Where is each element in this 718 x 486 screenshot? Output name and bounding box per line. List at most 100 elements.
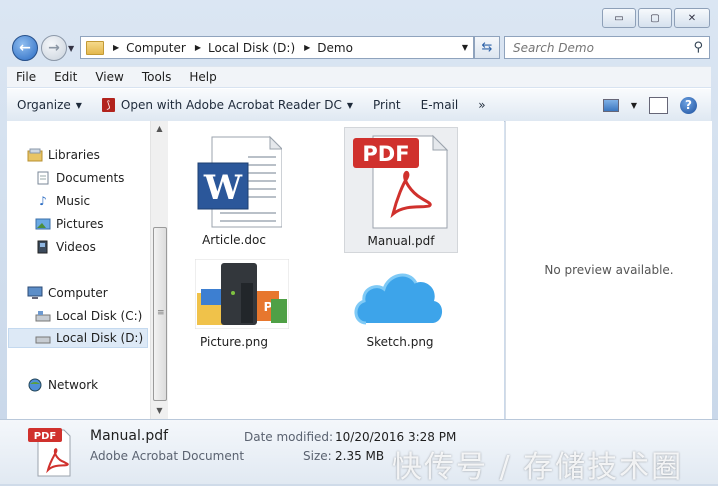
chevron-down-icon: ▼ xyxy=(346,100,353,110)
size-value: 2.35 MB xyxy=(335,449,385,463)
help-icon[interactable]: ? xyxy=(680,96,697,114)
file-item-article[interactable]: W Article.doc xyxy=(178,127,290,251)
cloud-thumbnail xyxy=(350,261,446,329)
scroll-down-icon[interactable]: ▼ xyxy=(151,403,168,419)
nav-local-disk-c[interactable]: Local Disk (C:) xyxy=(35,306,142,326)
network-icon xyxy=(27,378,43,392)
file-item-picture[interactable]: P Picture.png xyxy=(178,255,290,359)
picture-thumbnail: P xyxy=(195,259,289,329)
scrollbar-thumb[interactable]: ≡ xyxy=(153,227,167,401)
svg-text:PDF: PDF xyxy=(34,431,56,442)
forward-button[interactable]: → xyxy=(41,35,67,61)
file-name-label: Article.doc xyxy=(202,233,266,247)
pdf-document-icon: PDF xyxy=(353,134,449,229)
address-bar[interactable]: ▶ Computer ▶ Local Disk (D:) ▶ Demo ▼ xyxy=(80,36,474,59)
maximize-icon: ▢ xyxy=(650,12,660,24)
change-view-icon[interactable] xyxy=(602,98,619,112)
file-name-label: Picture.png xyxy=(200,335,268,349)
grip-icon: ≡ xyxy=(157,308,165,318)
nav-documents[interactable]: Documents xyxy=(35,168,124,188)
organize-button[interactable]: Organize ▼ xyxy=(7,98,92,112)
svg-text:W: W xyxy=(203,168,243,208)
breadcrumb: ▶ Computer ▶ Local Disk (D:) ▶ Demo xyxy=(104,41,353,55)
nav-music[interactable]: ♪ Music xyxy=(35,191,90,211)
drive-icon xyxy=(35,331,51,345)
preview-pane: No preview available. xyxy=(505,121,712,419)
date-modified-label: Date modified: xyxy=(244,430,334,444)
size-label: Size: xyxy=(303,449,332,463)
file-name-label: Manual.pdf xyxy=(367,234,435,248)
menu-file[interactable]: File xyxy=(7,70,45,84)
details-pane: PDF Manual.pdf Adobe Acrobat Document Da… xyxy=(0,419,718,485)
nav-documents-label: Documents xyxy=(56,171,125,185)
maximize-button[interactable]: ▢ xyxy=(638,8,672,28)
chevron-right-icon[interactable]: ▶ xyxy=(304,43,310,52)
refresh-icon: ⇆ xyxy=(481,40,493,55)
caption-buttons: ▭ ▢ ✕ xyxy=(602,8,710,28)
pdf-file-icon: PDF xyxy=(28,428,71,477)
back-button[interactable]: ← xyxy=(12,35,38,61)
scroll-up-icon[interactable]: ▲ xyxy=(151,121,168,137)
print-button[interactable]: Print xyxy=(363,98,411,112)
file-list: W Article.doc PDF Manual.pdf P Picture.p… xyxy=(168,121,504,419)
nav-local-disk-d[interactable]: Local Disk (D:) xyxy=(8,328,148,348)
nav-libraries-label: Libraries xyxy=(48,148,100,162)
arrow-left-icon: ← xyxy=(19,40,31,56)
email-button[interactable]: E-mail xyxy=(411,98,469,112)
chevron-right-icon[interactable]: ▶ xyxy=(195,43,201,52)
preview-pane-icon[interactable] xyxy=(649,96,668,114)
file-name-label: Sketch.png xyxy=(366,335,434,349)
nav-pictures-label: Pictures xyxy=(56,217,104,231)
menu-bar: File Edit View Tools Help xyxy=(7,66,711,87)
search-icon[interactable]: ⚲ xyxy=(693,40,703,55)
nav-local-disk-c-label: Local Disk (C:) xyxy=(56,309,143,323)
computer-icon xyxy=(27,286,43,300)
breadcrumb-computer[interactable]: Computer xyxy=(126,41,186,55)
breadcrumb-local-disk-d[interactable]: Local Disk (D:) xyxy=(208,41,295,55)
nav-computer-label: Computer xyxy=(48,286,108,300)
preview-message: No preview available. xyxy=(544,263,674,277)
view-options-dropdown-icon[interactable]: ▼ xyxy=(631,101,637,110)
minimize-icon: ▭ xyxy=(614,12,624,24)
refresh-button[interactable]: ⇆ xyxy=(474,36,500,59)
menu-help[interactable]: Help xyxy=(180,70,225,84)
breadcrumb-demo[interactable]: Demo xyxy=(317,41,353,55)
details-file-name: Manual.pdf xyxy=(90,428,169,444)
open-with-button[interactable]: ⟆ Open with Adobe Acrobat Reader DC ▼ xyxy=(92,98,363,112)
word-document-icon: W xyxy=(197,135,282,228)
nav-network[interactable]: Network xyxy=(27,375,98,395)
acrobat-icon: ⟆ xyxy=(101,98,115,112)
search-box[interactable]: ⚲ xyxy=(504,36,710,59)
nav-network-label: Network xyxy=(48,378,99,392)
close-button[interactable]: ✕ xyxy=(674,8,710,28)
libraries-icon xyxy=(27,148,43,162)
organize-label: Organize xyxy=(17,98,71,112)
navigation-scrollbar[interactable]: ▲ ≡ ▼ xyxy=(150,121,168,419)
documents-icon xyxy=(35,171,51,185)
recent-pages-dropdown[interactable]: ▼ xyxy=(68,44,74,53)
menu-view[interactable]: View xyxy=(86,70,132,84)
nav-videos-label: Videos xyxy=(56,240,96,254)
search-input[interactable] xyxy=(511,39,685,56)
command-bar: Organize ▼ ⟆ Open with Adobe Acrobat Read… xyxy=(7,88,711,122)
explorer-window: ▭ ▢ ✕ ← → ▼ ▶ Computer ▶ Local Disk (D:)… xyxy=(0,0,718,485)
nav-pictures[interactable]: Pictures xyxy=(35,214,104,234)
nav-videos[interactable]: Videos xyxy=(35,237,96,257)
arrow-right-icon: → xyxy=(48,40,60,56)
drive-icon xyxy=(35,309,51,323)
chevron-down-icon: ▼ xyxy=(75,100,82,110)
chevron-right-icon[interactable]: ▶ xyxy=(113,43,119,52)
nav-libraries[interactable]: Libraries xyxy=(27,145,100,165)
navigation-pane: Libraries Documents ♪ Music Pictures Vid… xyxy=(7,121,150,419)
nav-local-disk-d-label: Local Disk (D:) xyxy=(56,331,144,345)
open-with-label: Open with Adobe Acrobat Reader DC xyxy=(120,98,342,112)
menu-edit[interactable]: Edit xyxy=(45,70,86,84)
menu-tools[interactable]: Tools xyxy=(133,70,181,84)
nav-computer[interactable]: Computer xyxy=(27,283,108,303)
more-commands-button[interactable]: » xyxy=(468,98,495,112)
folder-icon xyxy=(86,40,104,55)
minimize-button[interactable]: ▭ xyxy=(602,8,636,28)
address-dropdown-icon[interactable]: ▼ xyxy=(462,43,468,52)
file-item-sketch[interactable]: Sketch.png xyxy=(344,255,456,359)
file-item-manual[interactable]: PDF Manual.pdf xyxy=(344,127,458,253)
